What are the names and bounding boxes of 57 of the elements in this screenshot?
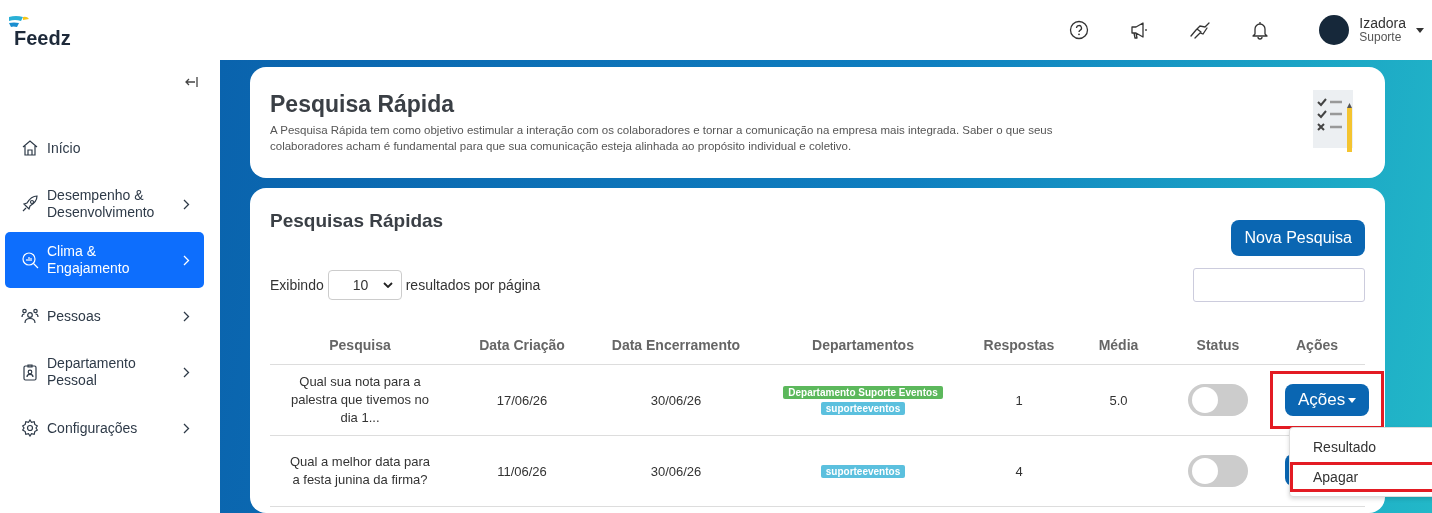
column-header: Departamentos: [758, 326, 968, 365]
new-survey-button[interactable]: Nova Pesquisa: [1231, 220, 1365, 257]
collapse-icon[interactable]: [184, 76, 198, 88]
chevron-down-icon: [382, 282, 393, 289]
settings-icon: [21, 419, 39, 437]
search-field[interactable]: [1193, 268, 1365, 303]
help-icon[interactable]: [1069, 20, 1090, 40]
rocket-icon: [21, 195, 39, 213]
avatar[interactable]: [1319, 15, 1350, 45]
menu-item[interactable]: Resultado: [1290, 432, 1432, 463]
handshake-icon[interactable]: [1189, 20, 1212, 40]
table-cell: 5.0: [1109, 392, 1128, 408]
user-role: Suporte: [1359, 31, 1403, 44]
sidebar-item[interactable]: Desempenho & Desenvolvimento: [5, 176, 204, 232]
caret-icon[interactable]: [1416, 27, 1424, 33]
chart-search-icon: [21, 251, 39, 269]
id-badge-icon: [21, 363, 39, 381]
department-tag: suporteeventos: [820, 464, 906, 478]
survey-question: Qual sua nota para a palestra que tivemos no dia 1...: [290, 372, 430, 428]
page-title: Pesquisa Rápida: [270, 91, 456, 118]
menu-item[interactable]: Apagar: [1290, 462, 1432, 493]
sidebar-item[interactable]: Clima & Engajamento: [5, 232, 204, 288]
sidebar-item[interactable]: Pessoas: [5, 288, 204, 344]
column-header: Data Encerramento: [594, 326, 758, 365]
table-cell: 17/06/26: [496, 392, 548, 408]
column-header: Respostas: [968, 326, 1070, 365]
sidebar-item[interactable]: Configurações: [5, 400, 204, 456]
sidebar-item[interactable]: Início: [5, 120, 204, 176]
column-header: Data Criação: [450, 326, 594, 365]
page-description: A Pesquisa Rápida tem como objetivo estimular a interação com os colaboradores e tornar a comunicação na empresa mais integrada. Saber o que seus colaboradores acham é fundamental para que sua comunicação esteja alinhada ao propósito individual e coletivo.: [270, 123, 1054, 155]
department-tag: suporteeventos: [820, 401, 906, 415]
table-cell: 4: [1015, 463, 1023, 479]
length-label: Exibindo: [270, 277, 324, 294]
brand-name: Feedz: [14, 26, 71, 50]
survey-question: Qual a melhor data para a festa junina da firma?: [288, 453, 432, 490]
user-name[interactable]: Izadora: [1359, 16, 1406, 32]
department-tag: Departamento Suporte Eventos: [783, 385, 943, 399]
table-cell: 1: [1015, 392, 1023, 408]
actions-button[interactable]: Ações: [1285, 384, 1370, 417]
column-header: Pesquisa: [270, 326, 450, 365]
megaphone-icon[interactable]: [1129, 20, 1150, 40]
column-header: Status: [1167, 326, 1269, 365]
table-cell: 11/06/26: [497, 463, 547, 479]
status-toggle[interactable]: [1188, 384, 1248, 417]
table-cell: 30/06/26: [650, 463, 702, 479]
column-header: Média: [1070, 326, 1167, 365]
bell-icon[interactable]: [1251, 20, 1270, 40]
section-title: Pesquisas Rápidas: [270, 210, 444, 233]
table-cell: 30/06/26: [650, 392, 702, 408]
column-header: Ações: [1269, 326, 1365, 365]
caret-icon: [1348, 397, 1357, 403]
home-icon: [21, 139, 39, 157]
length-label: resultados por página: [405, 277, 541, 294]
people-icon: [21, 307, 39, 325]
sidebar-item[interactable]: Departamento Pessoal: [5, 344, 204, 400]
status-toggle[interactable]: [1188, 455, 1248, 488]
page-size-select[interactable]: 10: [327, 270, 402, 301]
